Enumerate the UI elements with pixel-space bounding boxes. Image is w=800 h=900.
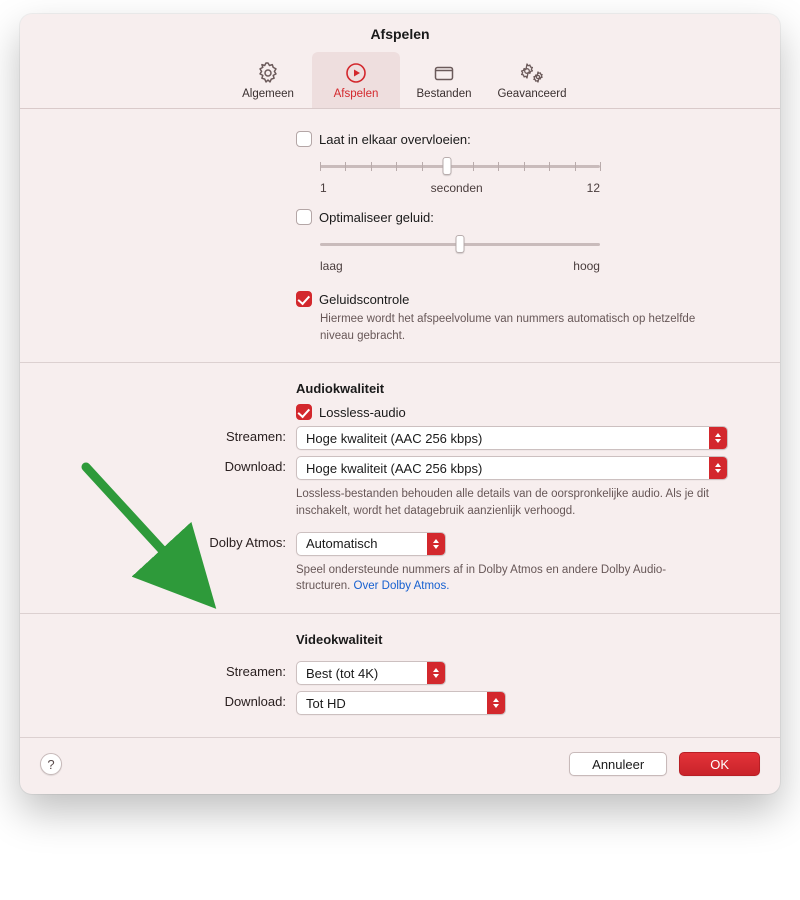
lossless-label: Lossless-audio	[319, 405, 406, 420]
tab-label: Afspelen	[312, 88, 400, 100]
tab-general[interactable]: Algemeen	[224, 52, 312, 108]
audio-stream-select[interactable]: Hoge kwaliteit (AAC 256 kbps)	[296, 426, 728, 450]
content: Laat in elkaar overvloeien:	[20, 109, 780, 715]
atmos-select[interactable]: Automatisch	[296, 532, 446, 556]
slider-unit: seconden	[431, 181, 483, 195]
tab-label: Bestanden	[400, 88, 488, 100]
select-value: Best (tot 4K)	[306, 666, 378, 681]
gear-icon	[224, 58, 312, 88]
slider-max: 12	[587, 181, 600, 195]
crossfade-checkbox[interactable]	[296, 131, 312, 147]
atmos-help: Speel ondersteunde nummers af in Dolby A…	[296, 562, 676, 595]
video-stream-label: Streamen:	[56, 661, 296, 679]
enhancer-label: Optimaliseer geluid:	[319, 210, 434, 225]
atmos-label: Dolby Atmos:	[56, 532, 296, 550]
chevron-updown-icon	[709, 457, 727, 479]
tab-advanced[interactable]: Geavanceerd	[488, 52, 576, 108]
audio-download-select[interactable]: Hoge kwaliteit (AAC 256 kbps)	[296, 456, 728, 480]
select-value: Hoge kwaliteit (AAC 256 kbps)	[306, 461, 482, 476]
soundcheck-label: Geluidscontrole	[319, 292, 409, 307]
ok-button[interactable]: OK	[679, 752, 760, 776]
soundcheck-checkbox[interactable]	[296, 291, 312, 307]
cancel-button[interactable]: Annuleer	[569, 752, 667, 776]
soundcheck-help: Hiermee wordt het afspeelvolume van numm…	[320, 311, 720, 344]
tab-files[interactable]: Bestanden	[400, 52, 488, 108]
video-download-select[interactable]: Tot HD	[296, 691, 506, 715]
help-button[interactable]: ?	[40, 753, 62, 775]
enhancer-checkbox[interactable]	[296, 209, 312, 225]
slider-low: laag	[320, 259, 343, 273]
stream-label: Streamen:	[56, 426, 296, 444]
select-value: Automatisch	[306, 536, 378, 551]
crossfade-slider[interactable]: 1 seconden 12	[320, 157, 600, 195]
window-title: Afspelen	[20, 14, 780, 42]
separator	[20, 613, 780, 614]
slider-high: hoog	[573, 259, 600, 273]
tab-label: Algemeen	[224, 88, 312, 100]
preferences-window: Afspelen Algemeen Afspelen	[20, 14, 780, 794]
enhancer-slider[interactable]: laag hoog	[320, 235, 600, 273]
slider-min: 1	[320, 181, 327, 195]
crossfade-label: Laat in elkaar overvloeien:	[319, 132, 471, 147]
separator	[20, 362, 780, 363]
select-value: Hoge kwaliteit (AAC 256 kbps)	[306, 431, 482, 446]
audio-heading: Audiokwaliteit	[296, 381, 744, 396]
chevron-updown-icon	[427, 533, 445, 555]
gears-icon	[488, 58, 576, 88]
video-heading: Videokwaliteit	[296, 632, 744, 647]
download-label: Download:	[56, 456, 296, 474]
footer: ? Annuleer OK	[20, 737, 780, 794]
folder-icon	[400, 58, 488, 88]
video-stream-select[interactable]: Best (tot 4K)	[296, 661, 446, 685]
toolbar: Algemeen Afspelen Bestanden	[20, 42, 780, 109]
play-circle-icon	[312, 58, 400, 88]
lossless-checkbox[interactable]	[296, 404, 312, 420]
lossless-help: Lossless-bestanden behouden alle details…	[296, 486, 728, 519]
chevron-updown-icon	[487, 692, 505, 714]
chevron-updown-icon	[709, 427, 727, 449]
atmos-link[interactable]: Over Dolby Atmos.	[354, 580, 450, 592]
tab-label: Geavanceerd	[488, 88, 576, 100]
select-value: Tot HD	[306, 696, 346, 711]
video-download-label: Download:	[56, 691, 296, 709]
tab-playback[interactable]: Afspelen	[312, 52, 400, 108]
chevron-updown-icon	[427, 662, 445, 684]
